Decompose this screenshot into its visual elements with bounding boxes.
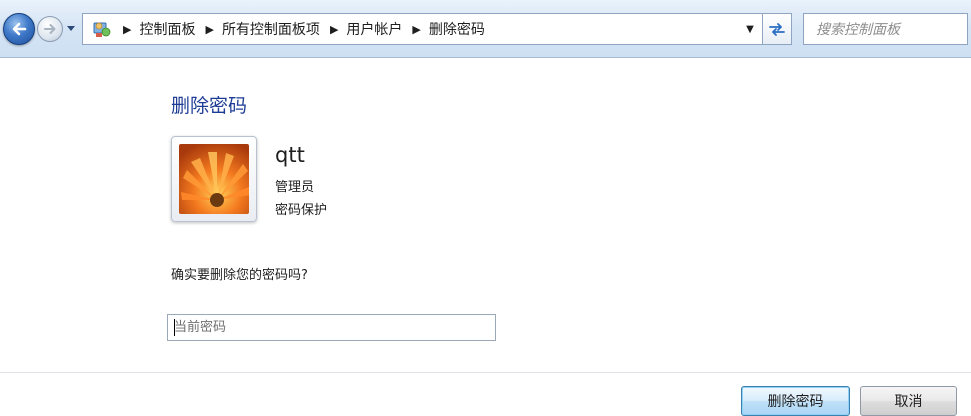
text-caret (174, 319, 175, 336)
current-password-field[interactable] (167, 314, 496, 341)
remove-password-button[interactable]: 删除密码 (741, 386, 850, 416)
history-dropdown-button[interactable] (65, 23, 77, 35)
search-input[interactable]: 搜索控制面板 (803, 13, 968, 45)
page-title: 删除密码 (171, 95, 248, 117)
forward-button[interactable] (37, 16, 63, 42)
user-name: qtt (275, 143, 305, 167)
back-button[interactable] (3, 13, 35, 45)
refresh-icon (769, 23, 785, 36)
flower-avatar-icon (179, 144, 249, 214)
back-arrow-icon (12, 22, 27, 36)
confirm-question: 确实要删除您的密码吗? (171, 268, 308, 283)
breadcrumb-all-items[interactable]: 所有控制面板项 (222, 19, 320, 39)
control-panel-icon (93, 22, 111, 37)
user-picture (171, 136, 257, 222)
breadcrumb-separator[interactable]: ▶ (123, 23, 131, 36)
user-role: 管理员 (275, 180, 315, 195)
breadcrumb-remove-password[interactable]: 删除密码 (429, 19, 485, 39)
password-status: 密码保护 (275, 203, 328, 218)
navigation-bar: ▶ 控制面板 ▶ 所有控制面板项 ▶ 用户帐户 ▶ 删除密码 ▼ 搜索控制面板 (0, 0, 971, 58)
breadcrumb-separator[interactable]: ▶ (412, 23, 420, 36)
refresh-button[interactable] (762, 13, 792, 45)
breadcrumb-separator[interactable]: ▶ (205, 23, 213, 36)
search-placeholder: 搜索控制面板 (816, 22, 900, 38)
breadcrumb-control-panel[interactable]: 控制面板 (139, 19, 195, 39)
breadcrumb-separator[interactable]: ▶ (330, 23, 338, 36)
forward-arrow-icon (44, 24, 56, 34)
history-dropdown-icon (67, 26, 75, 31)
address-dropdown-button[interactable]: ▼ (742, 14, 758, 44)
address-bar[interactable]: ▶ 控制面板 ▶ 所有控制面板项 ▶ 用户帐户 ▶ 删除密码 ▼ (82, 13, 762, 45)
cancel-button[interactable]: 取消 (860, 386, 957, 416)
breadcrumb-user-accounts[interactable]: 用户帐户 (346, 19, 402, 39)
footer-divider (0, 372, 971, 373)
